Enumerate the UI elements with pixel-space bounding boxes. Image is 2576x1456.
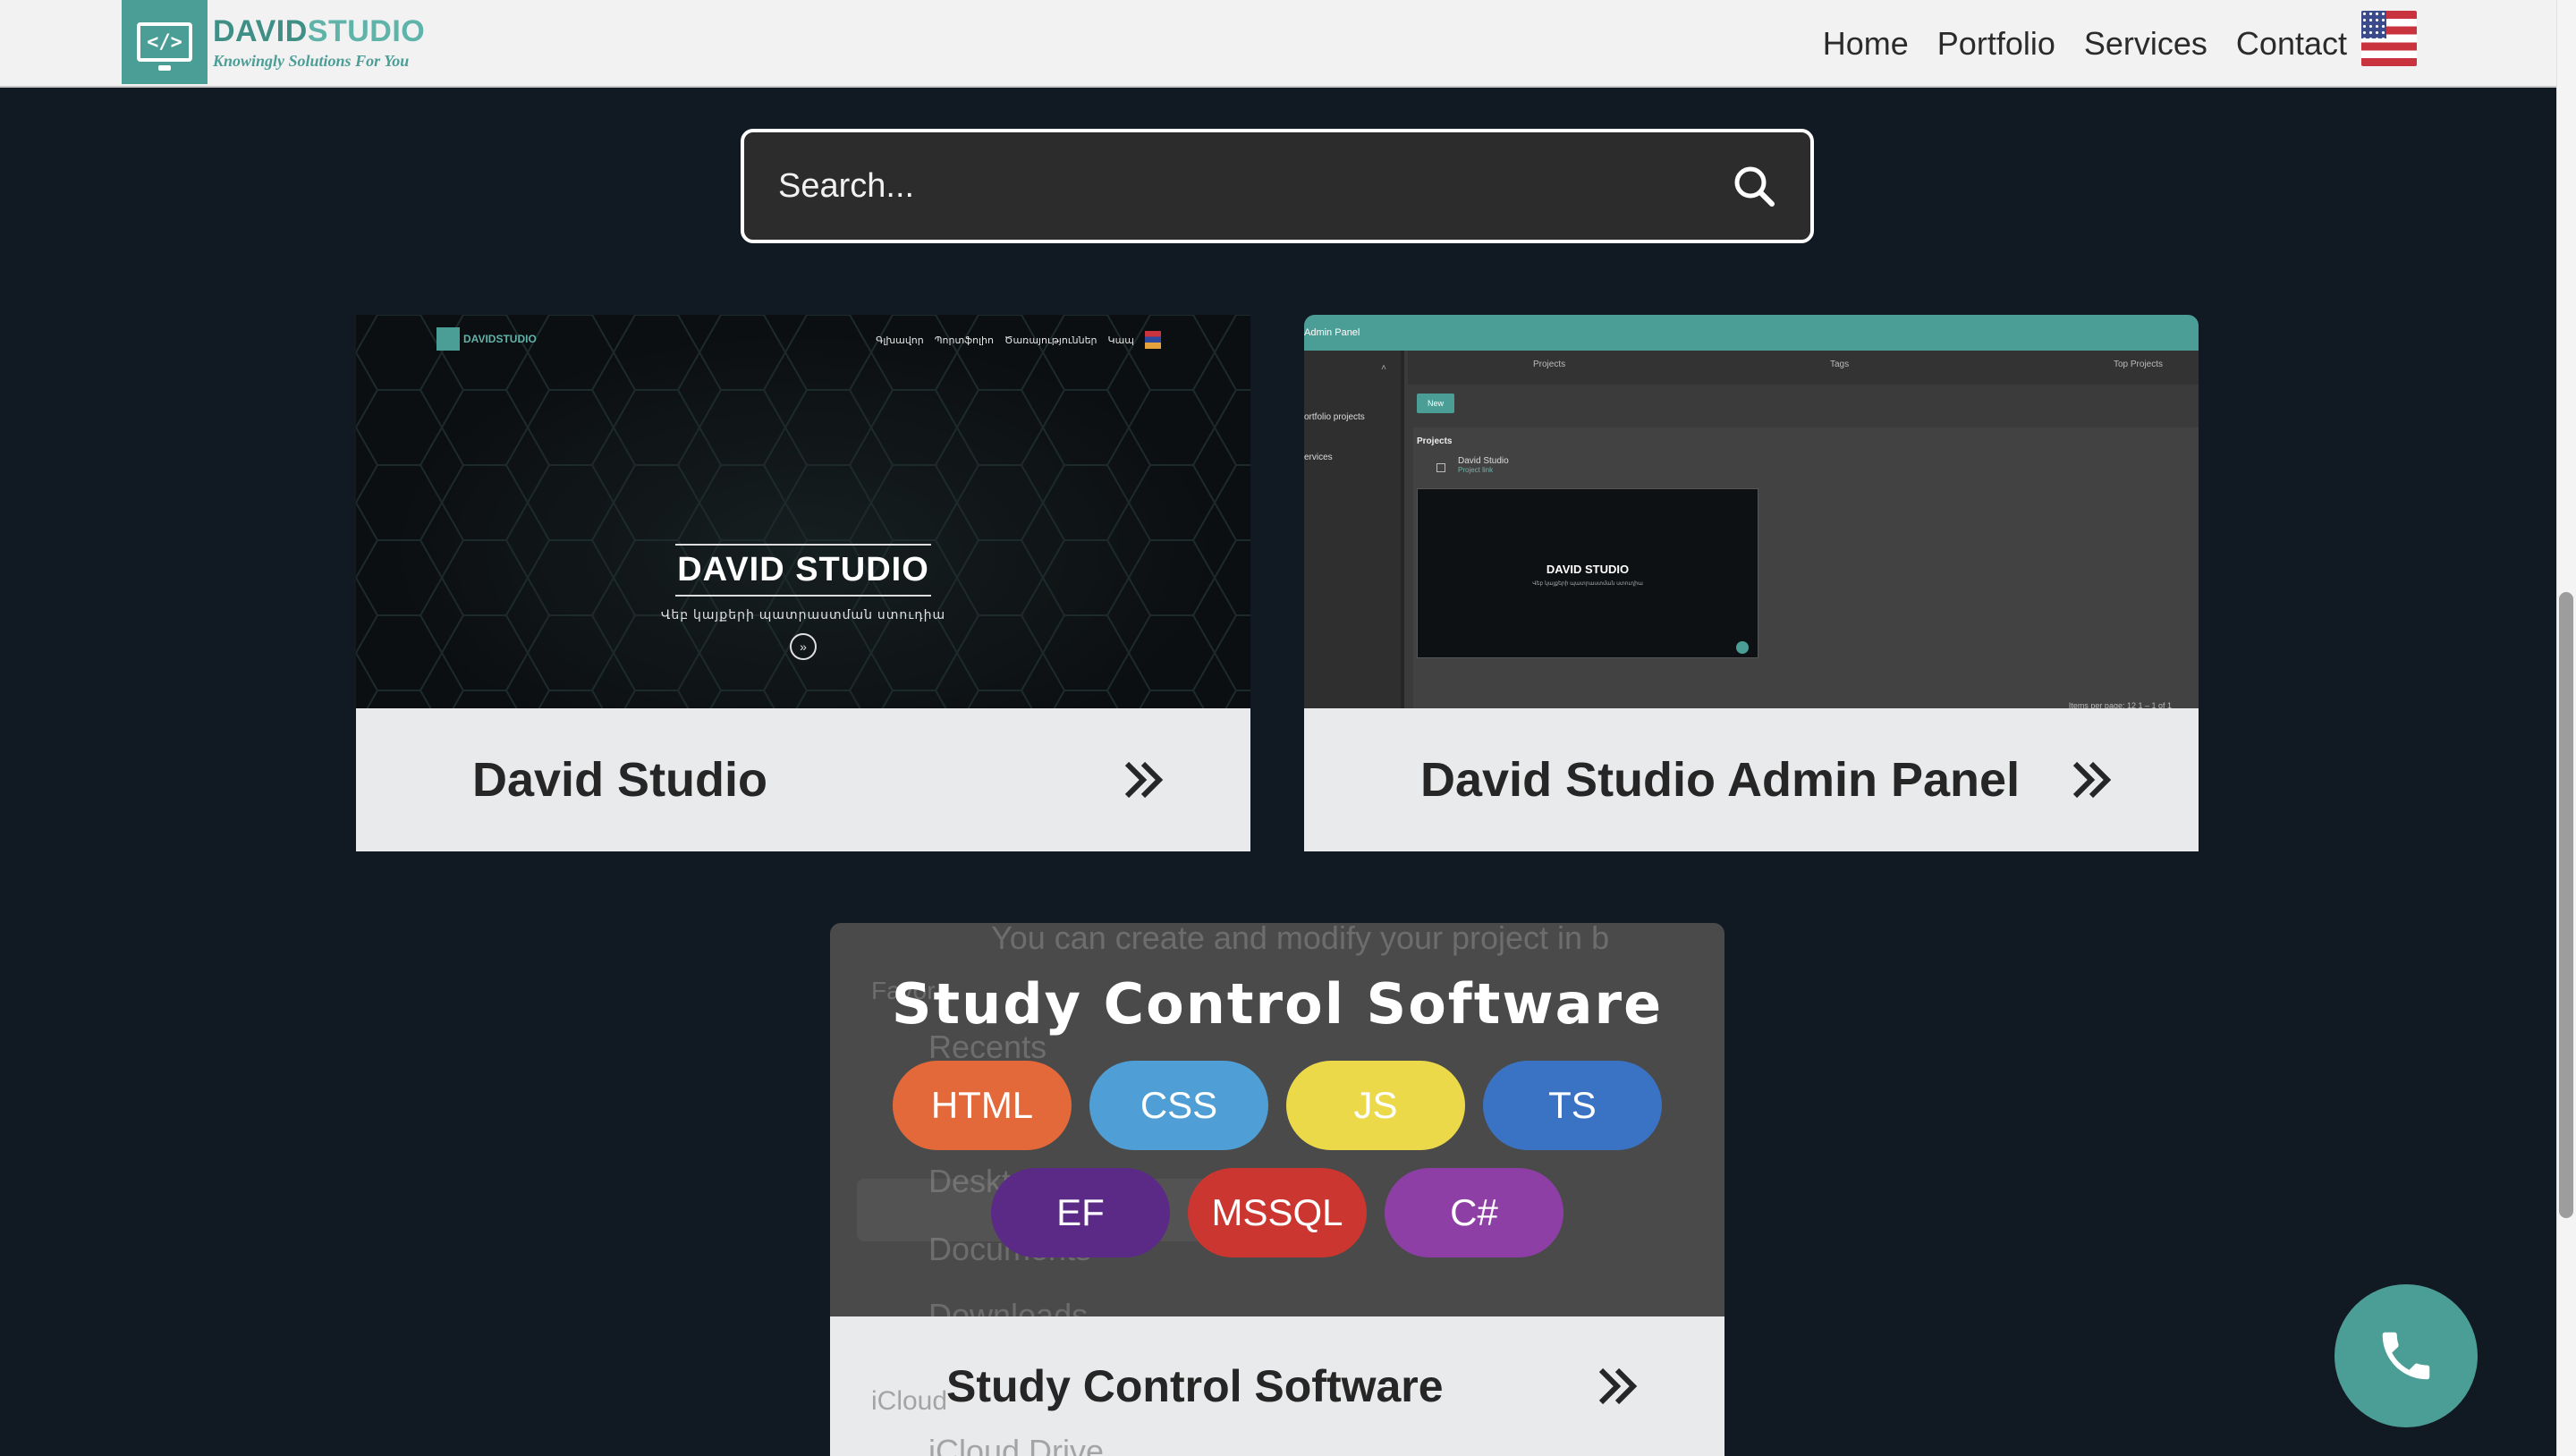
nav-portfolio[interactable]: Portfolio bbox=[1937, 25, 2055, 63]
tag-ts: TS bbox=[1483, 1061, 1662, 1150]
project-preview-image: DAVIDSTUDIO Գլխավոր Պորտֆոլիո Ծառայությո… bbox=[356, 315, 1250, 708]
site-header: </> DAVIDSTUDIO Knowingly Solutions For … bbox=[0, 0, 2556, 88]
checkbox-icon bbox=[1436, 463, 1445, 472]
page-scrollbar[interactable] bbox=[2556, 0, 2576, 1456]
project-preview-image: Admin Panel ˄ ortfolio projects ervices … bbox=[1304, 315, 2199, 710]
logo-name: DAVIDSTUDIO bbox=[213, 13, 426, 48]
phone-dot-icon bbox=[1736, 641, 1749, 654]
tag-css: CSS bbox=[1089, 1061, 1268, 1150]
us-flag-icon[interactable] bbox=[2361, 11, 2417, 66]
tag-mssql: MSSQL bbox=[1188, 1168, 1367, 1257]
card-footer[interactable]: David Studio bbox=[356, 708, 1250, 851]
scrollbar-thumb[interactable] bbox=[2559, 592, 2573, 1218]
project-card-admin-panel[interactable]: Admin Panel ˄ ortfolio projects ervices … bbox=[1304, 315, 2199, 851]
project-title[interactable]: David Studio Admin Panel bbox=[1420, 752, 2020, 808]
search-icon[interactable] bbox=[1732, 164, 1776, 208]
chevron-up-icon: ˄ bbox=[1381, 363, 1386, 373]
project-title[interactable]: Study Control Software bbox=[946, 1360, 1444, 1412]
laptop-code-icon: </> bbox=[122, 0, 208, 84]
project-preview-image: You can create and modify your project i… bbox=[830, 923, 1724, 1333]
phone-icon bbox=[2382, 1332, 2430, 1380]
chevron-down-icon: » bbox=[790, 633, 817, 660]
tag-html: HTML bbox=[893, 1061, 1072, 1150]
search-input[interactable] bbox=[778, 166, 1732, 206]
mini-logo-icon bbox=[436, 327, 460, 351]
project-card-david-studio[interactable]: DAVIDSTUDIO Գլխավոր Պորտֆոլիո Ծառայությո… bbox=[356, 315, 1250, 851]
call-button[interactable] bbox=[2334, 1284, 2478, 1427]
main-nav: Home Portfolio Services Contact bbox=[1823, 0, 2347, 88]
logo-tagline: Knowingly Solutions For You bbox=[213, 51, 410, 70]
tag-ef: EF bbox=[991, 1168, 1170, 1257]
card-footer[interactable]: David Studio Admin Panel bbox=[1304, 708, 2199, 851]
site-logo[interactable]: </> DAVIDSTUDIO Knowingly Solutions For … bbox=[122, 0, 425, 84]
double-chevron-right-icon[interactable] bbox=[1596, 1367, 1639, 1406]
tag-csharp: C# bbox=[1385, 1168, 1563, 1257]
nav-contact[interactable]: Contact bbox=[2236, 25, 2347, 63]
nav-services[interactable]: Services bbox=[2084, 25, 2207, 63]
search-bar bbox=[741, 129, 1814, 243]
project-title[interactable]: David Studio bbox=[472, 752, 767, 808]
double-chevron-right-icon[interactable] bbox=[2070, 760, 2113, 800]
project-card-study-control[interactable]: You can create and modify your project i… bbox=[830, 923, 1724, 1456]
tag-js: JS bbox=[1286, 1061, 1465, 1150]
armenian-flag-icon bbox=[1145, 331, 1161, 349]
project-overlay-title: Study Control Software bbox=[891, 971, 1664, 1037]
nav-home[interactable]: Home bbox=[1823, 25, 1909, 63]
double-chevron-right-icon[interactable] bbox=[1122, 760, 1165, 800]
